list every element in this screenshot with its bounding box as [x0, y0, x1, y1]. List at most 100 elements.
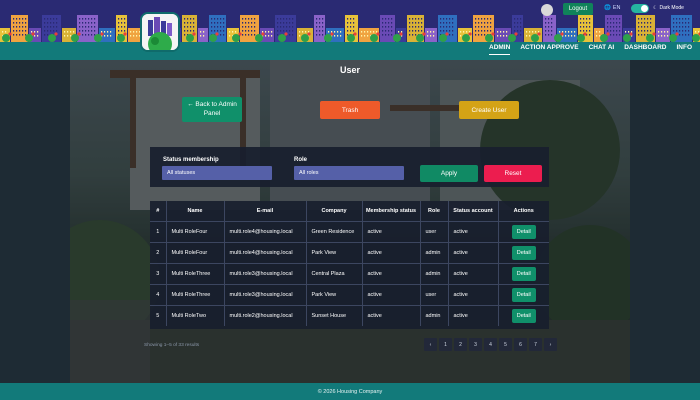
cell-name: Multi RoleTwo: [165, 304, 224, 326]
cell-number: 1: [150, 220, 166, 242]
detail-button[interactable]: Detail: [511, 245, 536, 260]
header-banner: [0, 0, 700, 42]
cell-email: multi.role3@housing.local: [223, 262, 306, 284]
dark-mode-label-group: ☾ Dark Mode: [653, 5, 684, 11]
role-select[interactable]: All roles: [294, 166, 404, 180]
cell-actions: Detail: [497, 262, 549, 284]
role-filter-label: Role: [294, 157, 308, 163]
cell-number: 4: [150, 283, 166, 305]
col-email: E-mail: [223, 201, 306, 222]
cell-membership: active: [361, 283, 420, 305]
back-to-admin-button[interactable]: ← Back to Admin Panel: [182, 97, 242, 122]
users-table-container: # Name E-mail Company Membership status …: [150, 201, 549, 329]
table-row: 1 Multi RoleFour multi.role4@housing.loc…: [150, 220, 549, 242]
cell-company: Sunset House: [305, 304, 362, 326]
col-number: #: [150, 201, 166, 222]
table-row: 5 Multi RoleTwo multi.role2@housing.loca…: [150, 304, 549, 326]
membership-filter-label: Status membership: [163, 157, 219, 163]
cell-role: admin: [419, 241, 448, 263]
main-nav: ADMIN ACTION APPROVE CHAT AI DASHBOARD I…: [489, 44, 692, 55]
detail-button[interactable]: Detail: [511, 287, 536, 302]
cell-role: user: [419, 220, 448, 242]
col-company: Company: [305, 201, 362, 222]
page-button[interactable]: 1: [439, 338, 452, 351]
results-summary: Showing 1–5 of 33 results: [144, 343, 200, 348]
nav-admin[interactable]: ADMIN: [489, 44, 511, 55]
nav-chat-ai[interactable]: CHAT AI: [589, 44, 615, 55]
nav-action-approve[interactable]: ACTION APPROVE: [520, 44, 578, 55]
cell-account: active: [447, 283, 498, 305]
detail-button[interactable]: Detail: [511, 224, 536, 239]
page-button[interactable]: 3: [469, 338, 482, 351]
footer: © 2026 Housing Company: [0, 383, 700, 400]
dark-mode-label: Dark Mode: [659, 5, 684, 11]
table-row: 4 Multi RoleThree multi.role3@housing.lo…: [150, 283, 549, 305]
cell-number: 5: [150, 304, 166, 326]
reset-button[interactable]: Reset: [484, 165, 542, 182]
cell-email: multi.role4@housing.local: [223, 241, 306, 263]
globe-icon: 🌐: [604, 5, 611, 11]
moon-icon: ☾: [653, 5, 658, 11]
right-gutter: [630, 60, 700, 383]
detail-button[interactable]: Detail: [511, 308, 536, 323]
cell-role: admin: [419, 304, 448, 326]
cell-account: active: [447, 241, 498, 263]
cell-name: Multi RoleFour: [165, 220, 224, 242]
page-button[interactable]: 6: [514, 338, 527, 351]
cell-company: Central Plaza: [305, 262, 362, 284]
col-account: Status account: [447, 201, 498, 222]
cell-email: multi.role2@housing.local: [223, 304, 306, 326]
logout-button[interactable]: Logout: [563, 3, 593, 15]
detail-button[interactable]: Detail: [511, 266, 536, 281]
cell-actions: Detail: [497, 241, 549, 263]
cell-name: Multi RoleFour: [165, 241, 224, 263]
cell-membership: active: [361, 304, 420, 326]
logo-icon: [142, 14, 178, 50]
page-prev-button[interactable]: ‹: [424, 338, 437, 351]
cell-role: admin: [419, 262, 448, 284]
cell-actions: Detail: [497, 283, 549, 305]
cell-membership: active: [361, 262, 420, 284]
nav-info[interactable]: INFO: [676, 44, 692, 55]
cell-role: user: [419, 283, 448, 305]
cell-membership: active: [361, 241, 420, 263]
dark-mode-toggle[interactable]: [631, 4, 649, 13]
cell-number: 2: [150, 241, 166, 263]
col-membership: Membership status: [361, 201, 420, 222]
user-avatar[interactable]: [541, 4, 553, 16]
cell-membership: active: [361, 220, 420, 242]
create-user-button[interactable]: Create User: [459, 101, 519, 119]
col-actions: Actions: [497, 201, 549, 222]
cell-account: active: [447, 262, 498, 284]
trash-button[interactable]: Trash: [320, 101, 380, 119]
language-selector[interactable]: 🌐 EN: [604, 5, 621, 11]
cell-actions: Detail: [497, 304, 549, 326]
users-table: # Name E-mail Company Membership status …: [150, 201, 549, 326]
cell-actions: Detail: [497, 220, 549, 242]
pagination: ‹ 1 2 3 4 5 6 7 ›: [424, 338, 557, 351]
cell-email: multi.role4@housing.local: [223, 220, 306, 242]
cell-account: active: [447, 220, 498, 242]
app-logo[interactable]: [140, 12, 180, 52]
page-next-button[interactable]: ›: [544, 338, 557, 351]
left-gutter: [0, 60, 70, 383]
col-role: Role: [419, 201, 448, 222]
table-row: 2 Multi RoleFour multi.role4@housing.loc…: [150, 241, 549, 263]
page-button[interactable]: 7: [529, 338, 542, 351]
page-title: User: [339, 65, 360, 75]
apply-button[interactable]: Apply: [420, 165, 478, 182]
nav-dashboard[interactable]: DASHBOARD: [624, 44, 666, 55]
cell-company: Park View: [305, 241, 362, 263]
page-button[interactable]: 5: [499, 338, 512, 351]
city-skyline-illustration: [0, 15, 700, 42]
cell-account: active: [447, 304, 498, 326]
footer-copyright: © 2026 Housing Company: [317, 388, 383, 395]
membership-select[interactable]: All statuses: [162, 166, 272, 180]
cell-number: 3: [150, 262, 166, 284]
cell-company: Park View: [305, 283, 362, 305]
col-name: Name: [165, 201, 224, 222]
language-code: EN: [612, 5, 621, 11]
cell-email: multi.role3@housing.local: [223, 283, 306, 305]
page-button[interactable]: 2: [454, 338, 467, 351]
page-button[interactable]: 4: [484, 338, 497, 351]
